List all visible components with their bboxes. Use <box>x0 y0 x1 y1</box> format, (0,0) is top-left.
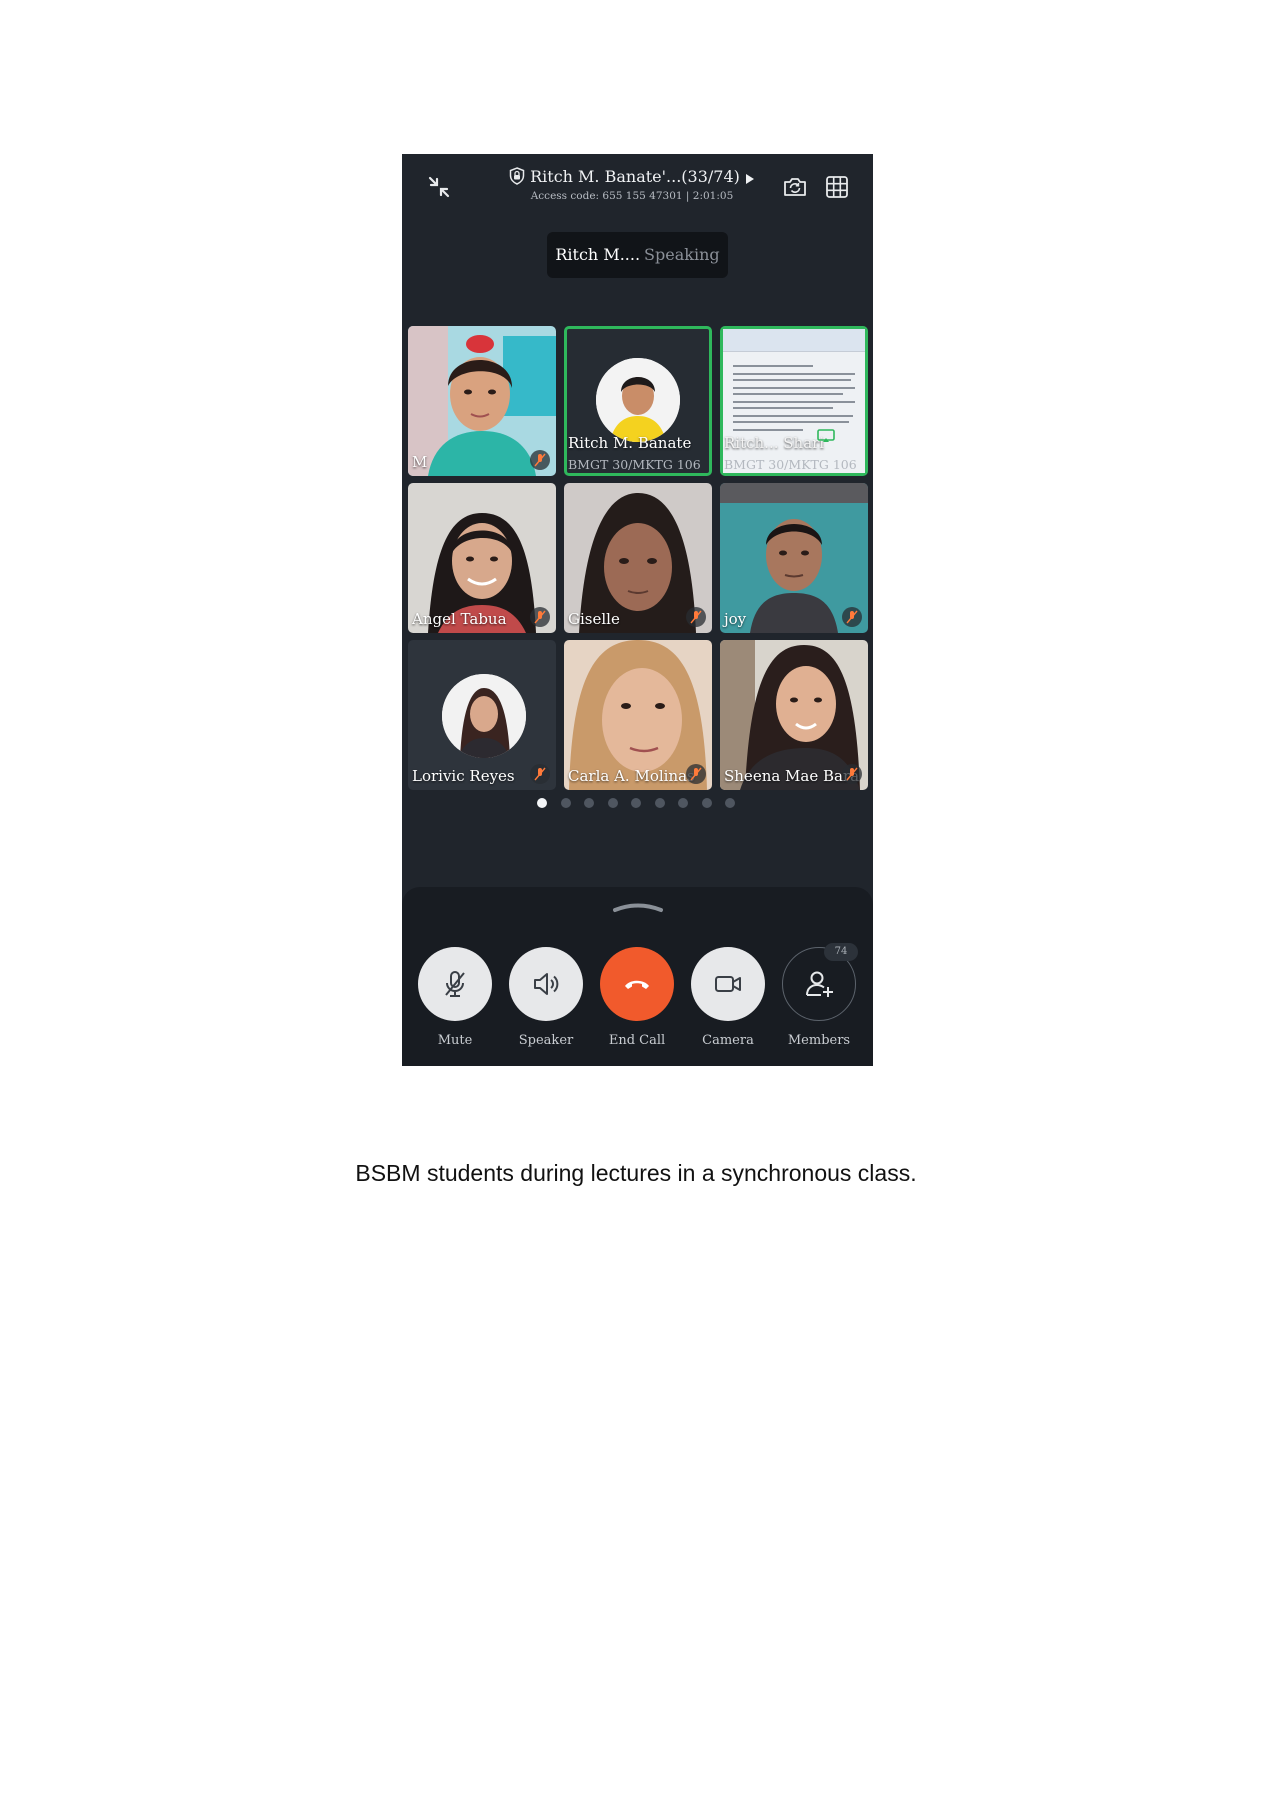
access-code-line: Access code: 655 155 47301 | 2:01:05 <box>530 190 734 202</box>
participant-name: Giselle <box>568 610 620 628</box>
participant-tile[interactable]: M <box>408 326 556 476</box>
participant-tile[interactable]: joy <box>720 483 868 633</box>
mic-off-icon <box>686 764 706 784</box>
top-bar: Ritch M. Banate'...(33/74) Access code: … <box>402 154 873 224</box>
participant-name: Sheena Mae Bara <box>724 767 860 785</box>
meeting-title-area[interactable]: Ritch M. Banate'...(33/74) Access code: … <box>482 166 782 202</box>
participant-name: Carla A. Molinas <box>568 767 695 785</box>
figure-caption: BSBM students during lectures in a synch… <box>355 1160 917 1186</box>
expand-handle-icon[interactable] <box>612 901 664 913</box>
mic-off-icon <box>530 607 550 627</box>
participant-avatar <box>596 358 680 442</box>
participant-tile[interactable]: Carla A. Molinas <box>564 640 712 790</box>
participant-course: BMGT 30/MKTG 106 <box>568 457 701 472</box>
grid-icon <box>826 176 848 198</box>
video-camera-icon <box>715 976 741 992</box>
hang-up-icon <box>625 980 649 989</box>
speaker-icon <box>534 973 559 995</box>
participant-tile[interactable]: Sheena Mae Bara <box>720 640 868 790</box>
speaker-name: Ritch M.... <box>555 245 641 264</box>
screen-share-tile[interactable]: Ritch... Shari BMGT 30/MKTG 106 <box>720 326 868 476</box>
page-dot[interactable] <box>560 798 571 808</box>
participant-avatar <box>442 674 526 758</box>
page-dot[interactable] <box>678 798 688 808</box>
participant-tile[interactable]: Giselle <box>564 483 712 633</box>
members-button[interactable]: 74 Members <box>782 943 858 1048</box>
camera-button[interactable]: Camera <box>691 947 765 1048</box>
speaking-state: Speaking <box>644 245 720 264</box>
page-dot[interactable] <box>654 798 665 808</box>
page-dot[interactable] <box>584 798 594 808</box>
mic-off-icon <box>445 971 465 997</box>
minimize-icon <box>428 176 450 198</box>
end-call-label: End Call <box>608 1033 666 1048</box>
active-speaker-indicator: Ritch M.... Speaking <box>547 232 728 278</box>
camera-switch-icon <box>784 178 806 196</box>
page-dot[interactable] <box>725 798 735 808</box>
shield-lock-icon <box>509 167 525 185</box>
mute-label: Mute <box>437 1033 473 1048</box>
gallery-view-button[interactable] <box>822 172 852 202</box>
mic-off-icon <box>842 607 862 627</box>
members-count-badge: 74 <box>824 943 858 961</box>
members-label: Members <box>787 1033 851 1048</box>
participant-tile-host[interactable]: Ritch M. Banate BMGT 30/MKTG 106 <box>564 326 712 476</box>
minimize-button[interactable] <box>424 172 454 202</box>
page-dot[interactable] <box>631 798 641 808</box>
mic-off-icon <box>530 764 550 784</box>
end-call-button[interactable]: End Call <box>600 947 674 1048</box>
meeting-screen: Ritch M. Banate'...(33/74) Access code: … <box>402 154 873 1066</box>
participant-tile[interactable]: Lorivic Reyes <box>408 640 556 790</box>
camera-label: Camera <box>702 1033 754 1048</box>
play-arrow-icon <box>745 174 754 184</box>
add-member-icon <box>806 971 833 997</box>
page-dot[interactable] <box>607 798 618 808</box>
participant-course: BMGT 30/MKTG 106 <box>724 457 857 472</box>
participant-tile[interactable]: Angel Tabua <box>408 483 556 633</box>
participant-name: M <box>412 453 428 471</box>
screen-share-icon <box>817 429 835 442</box>
participant-name: Ritch M. Banate <box>568 434 692 452</box>
page-dot[interactable] <box>701 798 712 808</box>
meeting-title: Ritch M. Banate'...(33/74) <box>530 167 740 186</box>
participant-name: joy <box>724 610 747 628</box>
mic-off-icon <box>686 607 706 627</box>
call-controls-panel: Mute Speaker End Call Camera 74 Members <box>402 887 873 1066</box>
speaker-button[interactable]: Speaker <box>509 947 583 1048</box>
mute-button[interactable]: Mute <box>418 947 492 1048</box>
mic-off-icon <box>530 450 550 470</box>
page-dot[interactable] <box>537 798 547 808</box>
participant-name: Ritch... Shari <box>724 434 825 452</box>
speaker-label: Speaker <box>518 1033 574 1048</box>
mic-off-icon <box>842 764 862 784</box>
switch-camera-button[interactable] <box>780 172 810 202</box>
participant-name: Angel Tabua <box>412 610 507 628</box>
participant-name: Lorivic Reyes <box>412 767 515 785</box>
